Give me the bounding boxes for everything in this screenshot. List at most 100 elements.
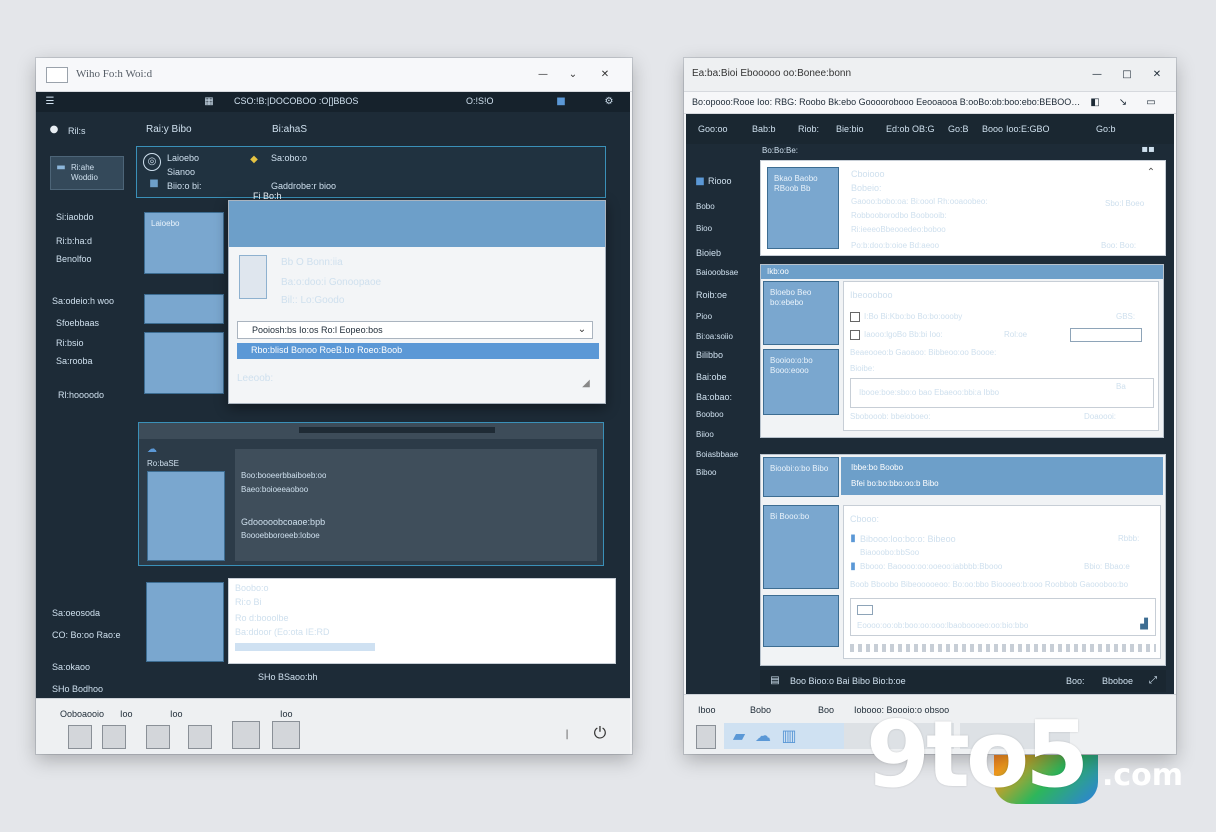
close-icon[interactable]: ✕ bbox=[598, 68, 612, 82]
tab-secondary[interactable]: Bi:ahaS bbox=[272, 124, 307, 135]
card2-input[interactable] bbox=[1070, 328, 1142, 342]
sidebar-item[interactable]: Rl:hoooodo bbox=[58, 390, 132, 400]
window-icon[interactable] bbox=[232, 721, 260, 749]
bottom-thumb[interactable] bbox=[146, 582, 224, 662]
bookmark-icon[interactable]: ◧ bbox=[1088, 96, 1102, 110]
sidebar-item[interactable]: Sa:oeosoda bbox=[52, 608, 132, 618]
tab-primary[interactable]: Rai:y Bibo bbox=[146, 124, 192, 135]
nav-item[interactable]: Booo bbox=[982, 124, 1003, 134]
sidebar-item[interactable]: Ri:b:ha:d bbox=[56, 236, 132, 246]
sidebar-item[interactable]: Biboo bbox=[696, 468, 752, 477]
sidebar-item[interactable]: Pioo bbox=[696, 312, 752, 321]
menu-icon[interactable]: ▭ bbox=[1144, 96, 1158, 110]
sidebar-item[interactable]: Ril:s bbox=[68, 126, 128, 136]
dialog-line: Ba:o:doo:i Gonoopaoe bbox=[281, 277, 382, 288]
nav-item[interactable]: Bie:bio bbox=[836, 124, 864, 134]
resize-icon[interactable]: ◢ bbox=[579, 377, 593, 391]
selected-row-label: Rbo:blisd Bonoo RoeB.bo Roeo:Boob bbox=[251, 345, 403, 355]
sidebar-item[interactable]: Bi:oa:soiio bbox=[696, 332, 754, 341]
flag-icon[interactable]: ▟ bbox=[1137, 619, 1151, 631]
card3-thumb-bottom[interactable] bbox=[763, 595, 839, 647]
nav-item[interactable]: Riob: bbox=[798, 124, 819, 134]
minimize-icon[interactable]: — bbox=[536, 68, 550, 82]
card2-line: Beaeooeo:b Gaoaoo: Bibbeoo:oo Boooe: bbox=[850, 348, 997, 357]
sidebar-item[interactable]: Baiooobsae bbox=[696, 268, 754, 277]
monitor-icon[interactable] bbox=[102, 725, 126, 749]
nav-item[interactable]: Ioo:E:GBO bbox=[1006, 124, 1050, 134]
sidebar-item[interactable]: Booboo bbox=[696, 410, 752, 419]
bottom-card: Boobo:o Ri:o Bi Ro d:booolbe Ba:ddoor (E… bbox=[228, 578, 616, 664]
sidebar-item[interactable]: Ba:obao: bbox=[696, 392, 752, 402]
sidebar-item[interactable]: Bobo bbox=[696, 202, 752, 211]
chip-icon[interactable] bbox=[188, 725, 212, 749]
sidebar-item[interactable]: Bilibbo bbox=[696, 350, 752, 360]
card3-field[interactable] bbox=[857, 605, 873, 615]
document-icon[interactable] bbox=[696, 725, 716, 749]
sidebar-item[interactable]: Riooo bbox=[708, 176, 754, 186]
taskbar-app-group[interactable]: ▰ ☁ ▥ bbox=[724, 723, 844, 749]
close-icon[interactable]: ⌃ bbox=[1145, 167, 1157, 179]
menu-item[interactable]: CSO:!B:|DOCOBOO :O[]BBOS bbox=[234, 96, 358, 106]
sidebar-item[interactable]: Sa:okaoo bbox=[52, 662, 132, 672]
pin-icon[interactable]: ↘ bbox=[1116, 96, 1130, 110]
more-icon[interactable]: ▪▪ bbox=[1138, 144, 1158, 156]
hamburger-icon[interactable]: ☰ bbox=[42, 95, 58, 109]
sidebar-item[interactable]: CO: Bo:oo Rao:e bbox=[52, 630, 136, 640]
taskbar-label: Bobo bbox=[750, 705, 772, 715]
checkbox-icon[interactable]: ■ bbox=[149, 179, 159, 189]
thumbnail[interactable]: Laioebo bbox=[144, 212, 224, 274]
dialog-text-input[interactable] bbox=[237, 321, 593, 339]
bottom-card-line: Ro d:booolbe bbox=[235, 613, 289, 623]
card1-thumb[interactable]: Bkao Baobo RBoob Bb bbox=[767, 167, 839, 249]
maximize-icon[interactable]: □ bbox=[1120, 68, 1134, 82]
maximize-icon[interactable]: ⌄ bbox=[566, 68, 580, 82]
settings-icon[interactable]: ⚙ bbox=[602, 95, 616, 109]
minimize-icon[interactable]: — bbox=[1090, 68, 1104, 82]
grid-icon[interactable]: ▦ bbox=[202, 95, 216, 109]
expand-icon[interactable]: ⤢ bbox=[1146, 674, 1160, 688]
sidebar-item[interactable]: Bioieb bbox=[696, 248, 752, 258]
sidebar-item[interactable]: Sfoebbaas bbox=[56, 318, 132, 328]
dropdown-icon[interactable]: ⌄ bbox=[575, 323, 589, 337]
settings-icon[interactable] bbox=[272, 721, 300, 749]
sidebar-item-active[interactable]: ▬ Ri:ahe Woddio bbox=[50, 156, 124, 190]
checkbox-icon[interactable] bbox=[850, 312, 860, 322]
power-icon[interactable]: ⏻ bbox=[590, 721, 610, 745]
sidebar-item[interactable]: SHo Bodhoo bbox=[52, 684, 132, 694]
lower-panel-thumb[interactable] bbox=[147, 471, 225, 561]
cloud-icon[interactable]: ■ bbox=[554, 95, 568, 109]
nav-item[interactable]: Ed:ob bbox=[886, 124, 910, 134]
sidebar-item[interactable]: Boiasbbaae bbox=[696, 450, 754, 459]
sidebar-item[interactable]: Bai:obe bbox=[696, 372, 752, 382]
dialog-selected-row[interactable]: Rbo:blisd Bonoo RoeB.bo Roeo:Boob bbox=[237, 343, 599, 359]
address-bar[interactable]: Bo:opooo:Rooe Ioo: RBG: Roobo Bk:ebo Goo… bbox=[692, 97, 1082, 107]
trash-icon[interactable] bbox=[68, 725, 92, 749]
circle-icon[interactable]: ◎ bbox=[143, 153, 161, 171]
nav-item[interactable]: Go:b bbox=[1096, 124, 1116, 134]
card2-thumb-top[interactable]: Bloebo Beo bo:ebebo bbox=[763, 281, 839, 345]
cloud-icon: ☁ bbox=[755, 726, 771, 745]
sidebar-item[interactable]: Benolfoo bbox=[56, 254, 132, 264]
nav-item[interactable]: Bab:b bbox=[752, 124, 776, 134]
sidebar-item[interactable]: Sa:odeio:h woo bbox=[52, 296, 132, 306]
thumbnail[interactable] bbox=[144, 332, 224, 394]
card3-thumb-top[interactable]: Bioobi:o:bo Bibo bbox=[763, 457, 839, 497]
card3-title: Cbooo: bbox=[850, 514, 880, 524]
card2-thumb-bottom[interactable]: Booioo:o:bo Booo:eooo bbox=[763, 349, 839, 415]
card3-thumb-mid[interactable]: Bi Booo:bo bbox=[763, 505, 839, 589]
nav-item[interactable]: OB:G bbox=[912, 124, 935, 134]
sidebar-item[interactable]: Roib:oe bbox=[696, 290, 752, 300]
nav-item[interactable]: Goo:oo bbox=[698, 124, 728, 134]
close-icon[interactable]: ✕ bbox=[1150, 68, 1164, 82]
sidebar-item[interactable]: Biioo bbox=[696, 430, 752, 439]
sidebar-item[interactable]: Sa:rooba bbox=[56, 356, 132, 366]
menu-item[interactable]: O:!S!O bbox=[466, 96, 494, 106]
window-title: Wiho Fo:h Woi:d bbox=[76, 68, 153, 80]
checkbox-icon[interactable] bbox=[850, 330, 860, 340]
folder-icon[interactable] bbox=[146, 725, 170, 749]
nav-item[interactable]: Go:B bbox=[948, 124, 969, 134]
sidebar-item[interactable]: Si:iaobdo bbox=[56, 212, 132, 222]
thumbnail[interactable] bbox=[144, 294, 224, 324]
sidebar-item[interactable]: Bioo bbox=[696, 224, 752, 233]
sidebar-item[interactable]: Ri:bsio bbox=[56, 338, 132, 348]
